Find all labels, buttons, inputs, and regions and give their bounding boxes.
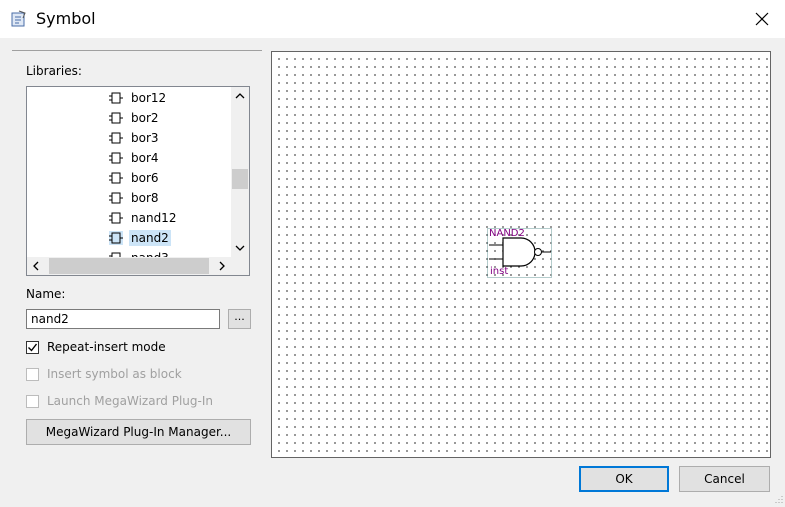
list-item[interactable]: bor2 xyxy=(109,108,161,127)
scroll-left-button[interactable] xyxy=(27,257,45,275)
symbol-app-icon xyxy=(11,10,26,27)
name-input[interactable]: nand2 xyxy=(26,309,220,329)
horizontal-scrollbar[interactable] xyxy=(27,257,231,275)
cancel-button[interactable]: Cancel xyxy=(679,466,770,492)
close-icon xyxy=(755,12,769,26)
launch-megawizard-label: Launch MegaWizard Plug-In xyxy=(47,394,213,408)
libraries-list[interactable]: bor12 bor2 bor3 bor4 bor6 bor8 nand12 na… xyxy=(27,87,231,257)
separator xyxy=(12,50,262,51)
symbol-icon xyxy=(109,172,123,183)
window-title: Symbol xyxy=(36,9,96,28)
checkbox-box[interactable] xyxy=(26,367,39,381)
libraries-tree[interactable]: bor12 bor2 bor3 bor4 bor6 bor8 nand12 na… xyxy=(26,86,250,276)
horizontal-scroll-thumb[interactable] xyxy=(49,258,209,274)
browse-button[interactable]: ... xyxy=(228,309,251,329)
scroll-right-button[interactable] xyxy=(213,257,231,275)
name-label: Name: xyxy=(26,287,66,301)
libraries-label: Libraries: xyxy=(26,64,82,78)
list-item[interactable]: nand12 xyxy=(109,208,178,227)
insert-as-block-label: Insert symbol as block xyxy=(47,367,182,381)
symbol-icon xyxy=(109,230,123,245)
symbol-icon xyxy=(109,132,123,143)
close-button[interactable] xyxy=(739,0,785,38)
symbol-icon xyxy=(109,92,123,103)
list-item[interactable]: bor6 xyxy=(109,168,161,187)
scrollbar-corner xyxy=(231,257,249,275)
resize-grip-icon[interactable] xyxy=(771,493,783,505)
list-item[interactable]: bor4 xyxy=(109,148,161,167)
checkbox-box[interactable] xyxy=(26,340,39,354)
checkmark-icon xyxy=(28,343,38,352)
chevron-up-icon xyxy=(235,93,245,99)
symbol-icon xyxy=(109,192,123,203)
instance-name-label: inst xyxy=(490,266,509,277)
scroll-down-button[interactable] xyxy=(231,239,249,257)
list-item[interactable]: nand3 xyxy=(109,248,171,257)
symbol-icon xyxy=(109,212,123,223)
list-item[interactable]: bor8 xyxy=(109,188,161,207)
repeat-insert-label: Repeat-insert mode xyxy=(47,340,166,354)
megawizard-manager-button[interactable]: MegaWizard Plug-In Manager... xyxy=(26,419,251,445)
symbol-name-label: NAND2 xyxy=(489,228,525,239)
insert-as-block-checkbox[interactable]: Insert symbol as block xyxy=(26,367,182,381)
checkbox-box[interactable] xyxy=(26,394,39,408)
chevron-down-icon xyxy=(235,245,245,251)
symbol-icon xyxy=(109,152,123,163)
scroll-up-button[interactable] xyxy=(231,87,249,105)
list-item-selected[interactable]: nand2 xyxy=(109,228,171,247)
symbol-icon xyxy=(109,112,123,123)
chevron-left-icon xyxy=(33,261,39,271)
chevron-right-icon xyxy=(219,261,225,271)
title-bar: Symbol xyxy=(0,0,785,38)
ok-button[interactable]: OK xyxy=(579,466,669,492)
list-item[interactable]: bor3 xyxy=(109,128,161,147)
nand2-symbol-preview: NAND2 inst xyxy=(487,228,553,278)
list-item[interactable]: bor12 xyxy=(109,88,168,107)
vertical-scrollbar[interactable] xyxy=(231,87,249,257)
launch-megawizard-checkbox[interactable]: Launch MegaWizard Plug-In xyxy=(26,394,213,408)
repeat-insert-checkbox[interactable]: Repeat-insert mode xyxy=(26,340,166,354)
vertical-scroll-thumb[interactable] xyxy=(232,169,248,189)
